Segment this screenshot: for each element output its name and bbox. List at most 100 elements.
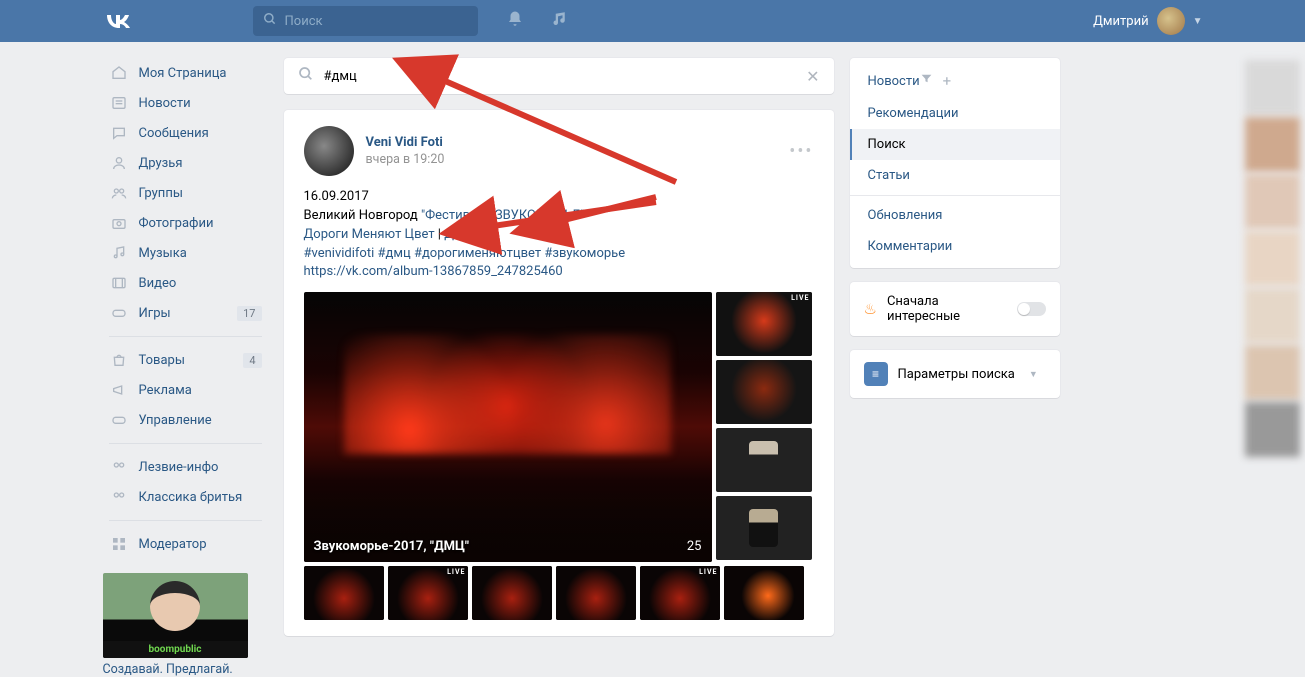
nav-separator	[109, 336, 262, 337]
music-icon[interactable]	[552, 10, 570, 33]
user-name: Дмитрий	[1093, 14, 1148, 29]
sidebar-promo[interactable]: boompublic Создавай. Предлагай.	[103, 573, 248, 677]
ad-placeholder	[1245, 402, 1300, 457]
right-sidebar: Новости+ Рекомендации Поиск Статьи Обнов…	[850, 58, 1060, 398]
header-user-menu[interactable]: Дмитрий ▼	[1093, 7, 1202, 35]
post-body: 16.09.2017 Великий Новгород "Фестиваль З…	[304, 188, 814, 282]
home-icon	[109, 63, 129, 83]
side-tab-updates[interactable]: Обновления	[850, 200, 1060, 231]
ad-placeholder	[1245, 231, 1300, 286]
hashtag-link[interactable]: #дмц	[378, 246, 411, 261]
nav-ads[interactable]: Реклама	[103, 375, 268, 405]
nav-label: Моя Страница	[139, 66, 227, 81]
header-bar: Дмитрий ▼	[0, 0, 1305, 42]
gallery-main-photo[interactable]: Звукоморье-2017, "ДМЦ" 25	[304, 292, 712, 562]
right-ad-column	[1245, 60, 1305, 459]
nav-label: Новости	[139, 96, 191, 111]
nav-label: Группы	[139, 186, 183, 201]
ad-placeholder	[1245, 117, 1300, 172]
search-icon	[298, 66, 314, 86]
post-timestamp: вчера в 19:20	[366, 152, 445, 167]
gallery-thumb[interactable]	[724, 566, 804, 620]
nav-moderator[interactable]: Модератор	[103, 529, 268, 559]
post-gallery: Звукоморье-2017, "ДМЦ" 25 LIVE	[304, 292, 814, 562]
gallery-thumb[interactable]: LIVE	[716, 292, 812, 356]
gamepad-icon	[109, 410, 129, 430]
ad-placeholder	[1245, 345, 1300, 400]
gallery-thumb-row: LIVE LIVE	[304, 566, 814, 620]
feed-search-box: ✕	[284, 58, 834, 94]
feed-column: ✕ Veni Vidi Foti вчера в 19:20 ••• 16.09…	[284, 58, 834, 636]
gallery-thumb[interactable]	[472, 566, 552, 620]
gallery-thumb[interactable]	[716, 496, 812, 560]
nav-label: Игры	[139, 306, 171, 321]
band-short-link[interactable]: ДМЦ	[444, 227, 475, 242]
gallery-thumb[interactable]: LIVE	[388, 566, 468, 620]
nav-news[interactable]: Новости	[103, 88, 268, 118]
nav-photos[interactable]: Фотографии	[103, 208, 268, 238]
album-url-link[interactable]: https://vk.com/album-13867859_247825460	[304, 264, 563, 279]
grid-icon	[109, 534, 129, 554]
post-text-line: Великий Новгород "Фестиваль ЗВУКОМОРЬЕ"	[304, 207, 814, 226]
nav-badge: 4	[243, 353, 261, 368]
post-avatar[interactable]	[304, 126, 354, 176]
clear-icon[interactable]: ✕	[806, 67, 819, 86]
chat-icon	[109, 123, 129, 143]
gallery-thumb[interactable]	[556, 566, 636, 620]
search-params-label: Параметры поиска	[898, 367, 1015, 382]
chevron-down-icon: ▼	[1193, 16, 1203, 27]
feed-search-input[interactable]	[324, 69, 807, 84]
header-search-input[interactable]	[285, 14, 455, 29]
megaphone-icon	[109, 380, 129, 400]
nav-my-page[interactable]: Моя Страница	[103, 58, 268, 88]
side-tab-articles[interactable]: Статьи	[850, 160, 1060, 191]
side-tab-recommend[interactable]: Рекомендации	[850, 98, 1060, 129]
gallery-thumb[interactable]	[716, 360, 812, 424]
band-link[interactable]: Дороги Меняют Цвет	[304, 227, 435, 242]
post-text-line: 16.09.2017	[304, 188, 814, 207]
hashtag-link[interactable]: #звукоморье	[544, 246, 625, 261]
filter-icon[interactable]	[920, 72, 933, 90]
users-icon	[109, 487, 129, 507]
nav-messages[interactable]: Сообщения	[103, 118, 268, 148]
promo-image: boompublic	[103, 573, 248, 658]
bell-icon[interactable]	[506, 10, 524, 33]
post-author-link[interactable]: Veni Vidi Foti	[366, 135, 443, 150]
vk-logo[interactable]	[103, 9, 253, 34]
side-tab-comments[interactable]: Комментарии	[850, 231, 1060, 262]
nav-link-classic[interactable]: Классика бритья	[103, 482, 268, 512]
header-search[interactable]	[253, 6, 478, 36]
nav-manage[interactable]: Управление	[103, 405, 268, 435]
nav-video[interactable]: Видео	[103, 268, 268, 298]
bag-icon	[109, 350, 129, 370]
film-icon	[109, 273, 129, 293]
post-menu-icon[interactable]: •••	[789, 141, 813, 162]
plus-icon[interactable]: +	[943, 72, 952, 90]
nav-label: Фотографии	[139, 216, 214, 231]
promo-brand: boompublic	[103, 641, 248, 658]
camera-icon	[109, 213, 129, 233]
hashtag-link[interactable]: #дорогименяютцвет	[414, 246, 541, 261]
nav-groups[interactable]: Группы	[103, 178, 268, 208]
nav-goods[interactable]: Товары 4	[103, 345, 268, 375]
nav-games[interactable]: Игры17	[103, 298, 268, 328]
news-tabs-box: Новости+ Рекомендации Поиск Статьи Обнов…	[850, 58, 1060, 268]
hashtag-link[interactable]: #venividifoti	[304, 246, 375, 261]
ad-placeholder	[1245, 288, 1300, 343]
nav-link-blade[interactable]: Лезвие-инфо	[103, 452, 268, 482]
side-tab-news[interactable]: Новости+	[850, 64, 1060, 98]
nav-label: Товары	[139, 353, 185, 368]
festival-link[interactable]: "Фестиваль ЗВУКОМОРЬЕ"	[421, 208, 584, 223]
gallery-thumb[interactable]	[716, 428, 812, 492]
search-params-panel[interactable]: ≡ Параметры поиска ▼	[850, 350, 1060, 398]
post-text-line: Дороги Меняют Цвет | ДМЦ	[304, 226, 814, 245]
gallery-thumb[interactable]	[304, 566, 384, 620]
nav-friends[interactable]: Друзья	[103, 148, 268, 178]
side-tab-search[interactable]: Поиск	[850, 129, 1060, 160]
sliders-icon: ≡	[864, 362, 888, 386]
left-nav: Моя Страница Новости Сообщения Друзья Гр…	[103, 58, 268, 677]
interesting-toggle[interactable]	[1017, 302, 1045, 316]
gallery-thumb[interactable]: LIVE	[640, 566, 720, 620]
interesting-first-panel: ♨ Сначала интересные	[850, 282, 1060, 336]
nav-music[interactable]: Музыка	[103, 238, 268, 268]
